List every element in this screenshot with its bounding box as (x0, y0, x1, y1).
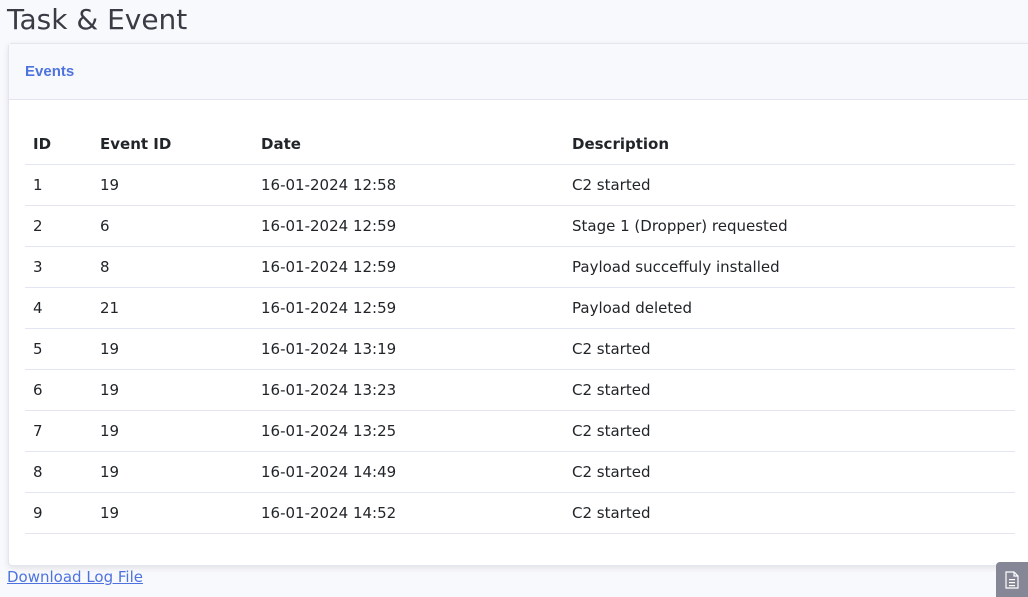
cell-description: C2 started (564, 164, 1015, 206)
cell-id: 3 (25, 246, 92, 288)
file-icon (1005, 570, 1019, 589)
cell-description: C2 started (564, 492, 1015, 534)
cell-description: Stage 1 (Dropper) requested (564, 205, 1015, 247)
table-row: 1 19 16-01-2024 12:58 C2 started (25, 164, 1015, 206)
cell-event-id: 8 (92, 246, 253, 288)
table-header-row: ID Event ID Date Description (25, 124, 1015, 165)
table-row: 5 19 16-01-2024 13:19 C2 started (25, 328, 1015, 370)
cell-id: 9 (25, 492, 92, 534)
table-row: 4 21 16-01-2024 12:59 Payload deleted (25, 287, 1015, 329)
cell-date: 16-01-2024 13:19 (253, 328, 564, 370)
cell-date: 16-01-2024 12:59 (253, 246, 564, 288)
cell-id: 4 (25, 287, 92, 329)
cell-event-id: 19 (92, 410, 253, 452)
cell-date: 16-01-2024 14:52 (253, 492, 564, 534)
cell-event-id: 19 (92, 328, 253, 370)
cell-id: 1 (25, 164, 92, 206)
cell-id: 8 (25, 451, 92, 493)
column-header-description[interactable]: Description (564, 124, 1015, 165)
cell-description: C2 started (564, 328, 1015, 370)
card-header: Events (9, 44, 1028, 100)
events-table: ID Event ID Date Description 1 19 16-01-… (25, 124, 1015, 534)
cell-event-id: 6 (92, 205, 253, 247)
column-header-event-id[interactable]: Event ID (92, 124, 253, 165)
page: Task & Event Events ID Event ID Date Des… (0, 0, 1028, 597)
cell-description: C2 started (564, 410, 1015, 452)
cell-date: 16-01-2024 13:23 (253, 369, 564, 411)
cell-description: C2 started (564, 369, 1015, 411)
cell-date: 16-01-2024 13:25 (253, 410, 564, 452)
cell-date: 16-01-2024 12:59 (253, 205, 564, 247)
cell-id: 6 (25, 369, 92, 411)
cell-description: C2 started (564, 451, 1015, 493)
cell-event-id: 19 (92, 369, 253, 411)
cell-event-id: 21 (92, 287, 253, 329)
events-card: Events ID Event ID Date Description 1 19 (8, 43, 1028, 566)
cell-description: Payload deleted (564, 287, 1015, 329)
cell-id: 5 (25, 328, 92, 370)
table-row: 8 19 16-01-2024 14:49 C2 started (25, 451, 1015, 493)
download-log-link[interactable]: Download Log File (7, 568, 143, 586)
column-header-date[interactable]: Date (253, 124, 564, 165)
table-body: 1 19 16-01-2024 12:58 C2 started 2 6 16-… (25, 164, 1015, 534)
cell-date: 16-01-2024 14:49 (253, 451, 564, 493)
table-head: ID Event ID Date Description (25, 124, 1015, 165)
table-row: 9 19 16-01-2024 14:52 C2 started (25, 492, 1015, 534)
table-row: 2 6 16-01-2024 12:59 Stage 1 (Dropper) r… (25, 205, 1015, 247)
cell-description: Payload succeffuly installed (564, 246, 1015, 288)
table-row: 6 19 16-01-2024 13:23 C2 started (25, 369, 1015, 411)
cell-event-id: 19 (92, 451, 253, 493)
cell-id: 7 (25, 410, 92, 452)
card-body: ID Event ID Date Description 1 19 16-01-… (9, 100, 1028, 534)
card-header-title: Events (25, 63, 75, 80)
page-title: Task & Event (7, 3, 188, 36)
column-header-id[interactable]: ID (25, 124, 92, 165)
table-row: 3 8 16-01-2024 12:59 Payload succeffuly … (25, 246, 1015, 288)
cell-date: 16-01-2024 12:58 (253, 164, 564, 206)
corner-widget-button[interactable] (996, 562, 1028, 597)
cell-id: 2 (25, 205, 92, 247)
cell-event-id: 19 (92, 492, 253, 534)
table-row: 7 19 16-01-2024 13:25 C2 started (25, 410, 1015, 452)
cell-date: 16-01-2024 12:59 (253, 287, 564, 329)
cell-event-id: 19 (92, 164, 253, 206)
